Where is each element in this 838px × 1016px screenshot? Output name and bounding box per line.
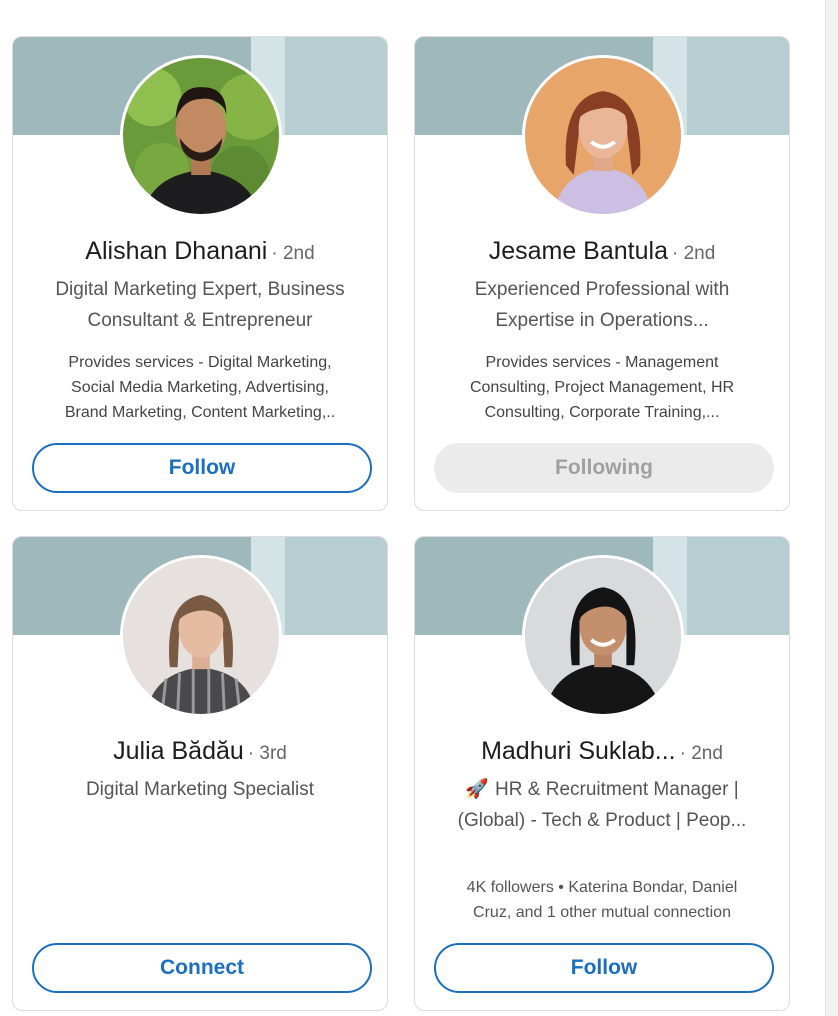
profile-card: Alishan Dhanani · 2nd Digital Marketing E… (12, 36, 388, 511)
profile-card: Madhuri Suklab... · 2nd 🚀 HR & Recruitment… (414, 536, 790, 1011)
profile-headline: Digital Marketing Expert, Business Consu… (55, 279, 345, 331)
profile-card: Julia Bădău · 3rd Digital Marketing Speci… (12, 536, 388, 1011)
profile-headline: Digital Marketing Specialist (85, 779, 315, 800)
following-button[interactable]: Following (434, 443, 774, 493)
profile-name-row: Madhuri Suklab... · 2nd (415, 737, 789, 766)
profile-card: Jesame Bantula · 2nd Experienced Professi… (414, 36, 790, 511)
connect-button[interactable]: Connect (32, 943, 372, 993)
follow-button[interactable]: Follow (32, 443, 372, 493)
profile-name[interactable]: Alishan Dhanani (85, 237, 267, 265)
profile-avatar[interactable] (120, 555, 282, 717)
connection-degree: · 3rd (247, 743, 287, 764)
profile-name[interactable]: Julia Bădău (113, 737, 244, 765)
profile-avatar[interactable] (522, 555, 684, 717)
profile-name[interactable]: Madhuri Suklab... (481, 737, 676, 765)
follow-button[interactable]: Follow (434, 943, 774, 993)
profile-name-row: Julia Bădău · 3rd (13, 737, 387, 766)
mutual-connections-text: 4K followers • Katerina Bondar, Daniel C… (466, 879, 738, 921)
services-text: Provides services - Management Consultin… (469, 354, 735, 421)
connection-degree: · 2nd (671, 243, 716, 264)
scrollbar[interactable] (825, 0, 838, 1016)
profile-name-row: Alishan Dhanani · 2nd (13, 237, 387, 266)
profile-headline: Experienced Professional with Expertise … (474, 279, 730, 331)
people-suggestions-grid: Alishan Dhanani · 2nd Digital Marketing E… (0, 0, 838, 1016)
rocket-icon: 🚀 (465, 779, 490, 800)
profile-name[interactable]: Jesame Bantula (489, 237, 668, 265)
profile-avatar[interactable] (120, 55, 282, 217)
profile-headline: 🚀 HR & Recruitment Manager | (Global) - T… (439, 774, 765, 836)
services-text: Provides services - Digital Marketing, S… (64, 354, 336, 421)
connection-degree: · 2nd (679, 743, 723, 764)
connection-degree: · 2nd (271, 243, 315, 264)
profile-name-row: Jesame Bantula · 2nd (415, 237, 789, 266)
profile-avatar[interactable] (522, 55, 684, 217)
